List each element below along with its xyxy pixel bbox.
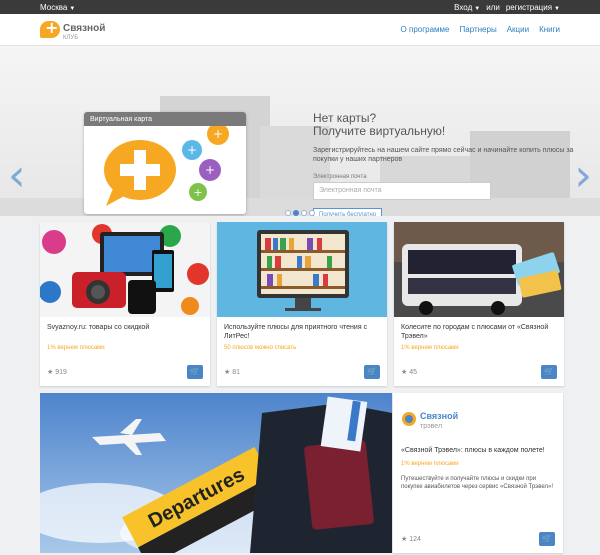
speech-bubbles-icon: + + + +	[104, 123, 229, 206]
hero-heading-2: Получите виртуальную!	[313, 124, 446, 138]
cart-icon[interactable]: 🛒	[364, 365, 380, 379]
star-icon: ★	[47, 369, 54, 376]
card-title: Колесите по городам с плюсами от «Связно…	[401, 324, 549, 340]
card-title: Svyaznoy.ru: товары со скидкой	[47, 324, 150, 331]
electronics-image	[40, 222, 210, 317]
feature-banner-image[interactable]: Departures	[40, 393, 392, 553]
offer-card[interactable]: Svyaznoy.ru: товары со скидкой 1% вернем…	[40, 222, 210, 386]
register-link[interactable]: регистрация ▼	[506, 3, 560, 12]
svg-text:+: +	[205, 163, 215, 177]
cart-icon[interactable]: 🛒	[541, 365, 557, 379]
card-title: Используйте плюсы для приятного чтения с…	[224, 324, 368, 340]
offer-cards: Svyaznoy.ru: товары со скидкой 1% вернем…	[40, 222, 564, 386]
logo[interactable]: Связной КЛУБ	[40, 18, 106, 41]
slider-dot[interactable]	[309, 210, 315, 216]
chevron-down-icon: ▼	[69, 5, 76, 12]
logo-plus-icon	[40, 18, 60, 38]
hero-description: Зарегистрируйтесь на нашем сайте прямо с…	[313, 147, 574, 163]
feature-card[interactable]: Связной трэвел «Связной Трэвел»: плюсы в…	[393, 393, 563, 553]
feature-title: «Связной Трэвел»: плюсы в каждом полете!	[401, 447, 545, 454]
hero-slider: ‹ › Виртуальная карта + + + + Нет карты?…	[0, 46, 600, 216]
travel-logo: Связной трэвел	[393, 393, 563, 430]
card-offer: 1% вернем плюсами	[47, 345, 105, 351]
bookshelf-monitor-image	[217, 222, 387, 317]
virtual-card-title: Виртуальная карта	[84, 112, 246, 126]
chevron-left-icon[interactable]: ‹	[8, 154, 26, 198]
nav-promos[interactable]: Акции	[507, 25, 529, 34]
hero-signup: Нет карты? Получите виртуальную! Зарегис…	[313, 112, 578, 216]
cart-icon[interactable]: 🛒	[187, 365, 203, 379]
rating: ★ 919	[47, 369, 67, 376]
travel-logo-title: Связной	[420, 411, 459, 421]
rating: ★ 81	[224, 369, 241, 376]
feature-offer: 1% вернем плюсами	[401, 461, 459, 467]
nav-about[interactable]: О программе	[401, 25, 450, 34]
svg-text:+: +	[193, 186, 202, 199]
login-link[interactable]: Вход ▼	[454, 3, 480, 12]
card-offer: 1% вернем плюсами	[401, 345, 459, 351]
main-nav: О программе Партнеры Акции Книги	[401, 25, 560, 34]
globe-logo-icon	[402, 411, 416, 426]
svg-text:+: +	[213, 127, 223, 141]
chevron-down-icon: ▼	[554, 5, 560, 12]
top-bar: Москва ▼ Вход ▼ или регистрация ▼	[0, 0, 600, 14]
rating: ★ 124	[401, 536, 421, 543]
email-label: Электронная почта	[313, 174, 367, 180]
slider-dot[interactable]	[301, 210, 307, 216]
logo-title: Связной	[63, 22, 106, 34]
offer-card[interactable]: Колесите по городам с плюсами от «Связно…	[394, 222, 564, 386]
slider-dot[interactable]	[285, 210, 291, 216]
virtual-card: Виртуальная карта + + + +	[84, 112, 246, 214]
city-select[interactable]: Москва ▼	[40, 3, 75, 12]
travel-logo-subtitle: трэвел	[420, 423, 443, 430]
offer-card[interactable]: Используйте плюсы для приятного чтения с…	[217, 222, 387, 386]
header: Связной КЛУБ О программе Партнеры Акции …	[0, 14, 600, 46]
card-offer: 50 плюсов можно списать	[224, 345, 297, 351]
rating: ★ 45	[401, 369, 418, 376]
feature-description: Путешествуйте и получайте плюсы и скидки…	[401, 476, 553, 490]
bus-tickets-image	[394, 222, 564, 317]
logo-subtitle: КЛУБ	[63, 34, 79, 41]
nav-partners[interactable]: Партнеры	[460, 25, 497, 34]
slider-pagination	[0, 210, 600, 216]
cart-icon[interactable]: 🛒	[539, 532, 555, 546]
star-icon: ★	[401, 369, 408, 376]
star-icon: ★	[224, 369, 231, 376]
svg-text:+: +	[187, 143, 197, 157]
or-text: или	[486, 2, 500, 12]
chevron-down-icon: ▼	[474, 5, 481, 12]
slider-dot-active[interactable]	[293, 210, 299, 216]
star-icon: ★	[401, 536, 408, 543]
email-field[interactable]: Электронная почта	[313, 182, 491, 200]
nav-books[interactable]: Книги	[539, 25, 560, 34]
